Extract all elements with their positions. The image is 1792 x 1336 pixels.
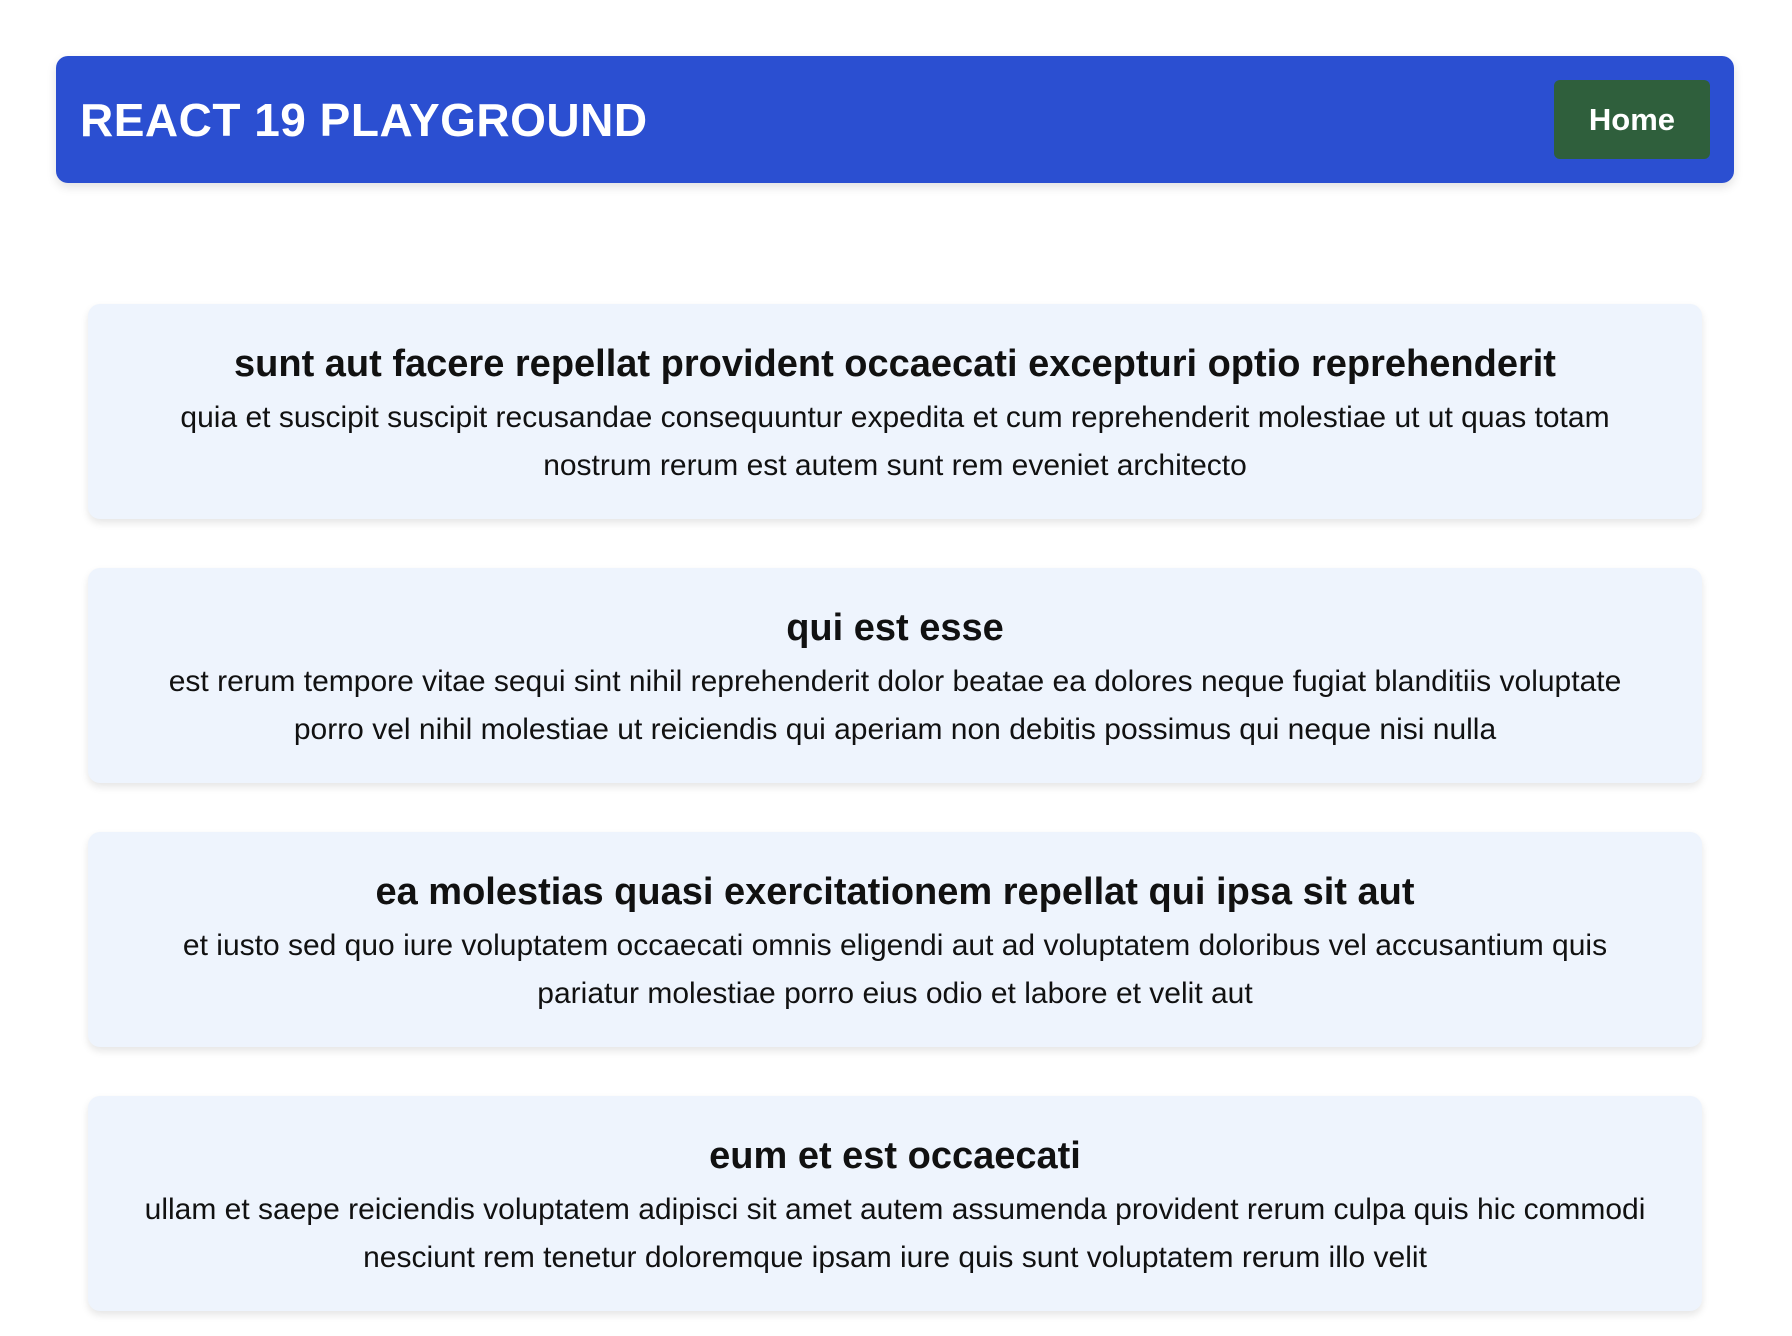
post-card: qui est esse est rerum tempore vitae seq… — [88, 568, 1702, 783]
post-title: ea molestias quasi exercitationem repell… — [375, 871, 1415, 913]
post-card: ea molestias quasi exercitationem repell… — [88, 832, 1702, 1047]
post-card: sunt aut facere repellat provident occae… — [88, 304, 1702, 519]
app-title: REACT 19 PLAYGROUND — [80, 93, 648, 146]
page: REACT 19 PLAYGROUND Home sunt aut facere… — [0, 0, 1792, 1336]
post-title: sunt aut facere repellat provident occae… — [234, 343, 1556, 385]
post-title: qui est esse — [786, 607, 1004, 649]
post-title: eum et est occaecati — [709, 1135, 1081, 1177]
posts-list: sunt aut facere repellat provident occae… — [88, 304, 1702, 1311]
post-body: est rerum tempore vitae sequi sint nihil… — [168, 665, 1622, 746]
post-body: et iusto sed quo iure voluptatem occaeca… — [182, 929, 1608, 1010]
post-card: eum et est occaecati ullam et saepe reic… — [88, 1096, 1702, 1311]
post-body: ullam et saepe reiciendis voluptatem adi… — [144, 1193, 1646, 1274]
post-body: quia et suscipit suscipit recusandae con… — [180, 401, 1610, 482]
navbar: REACT 19 PLAYGROUND Home — [56, 56, 1734, 183]
home-button[interactable]: Home — [1554, 80, 1710, 159]
